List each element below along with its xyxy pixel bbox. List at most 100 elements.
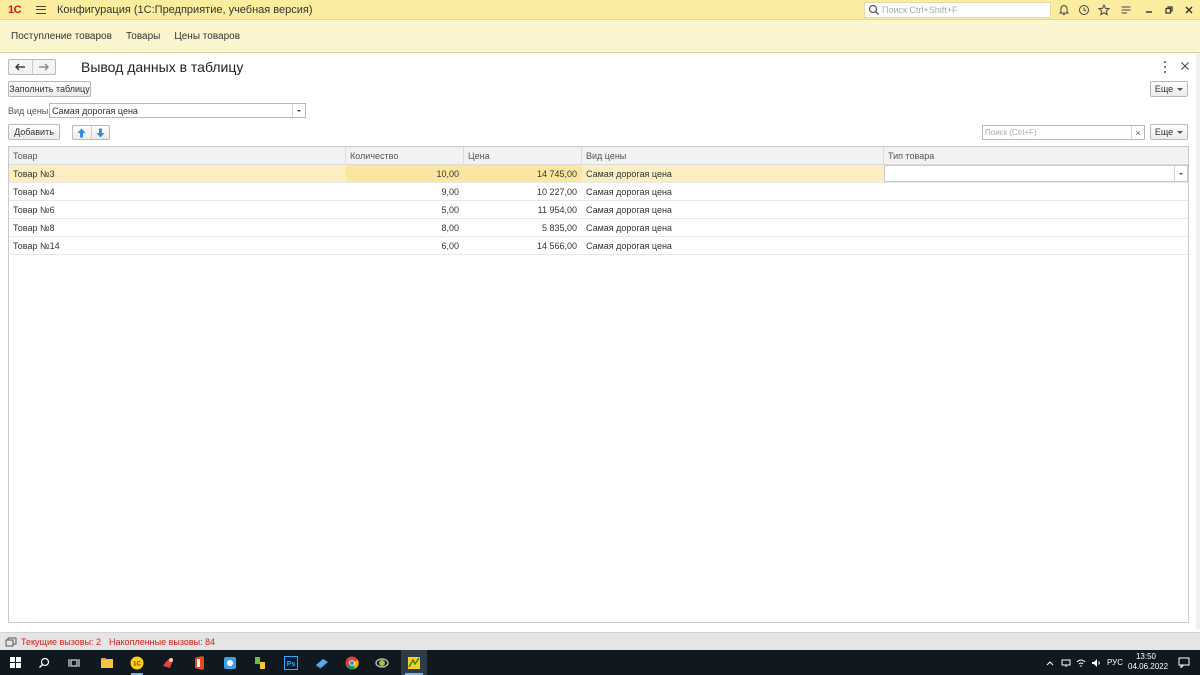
taskbar-1c[interactable]: 1C bbox=[125, 650, 149, 675]
arrow-left-icon bbox=[15, 63, 26, 71]
cell-price[interactable]: 5 835,00 bbox=[464, 219, 582, 236]
cell-product[interactable]: Товар №3 bbox=[9, 165, 346, 182]
fill-table-button[interactable]: Заполнить таблицу bbox=[8, 81, 91, 97]
status-bar: Текущие вызовы: 2 Накопленные вызовы: 84 bbox=[0, 632, 1200, 650]
section-goods-receipt[interactable]: Поступление товаров bbox=[11, 31, 112, 42]
column-header-product[interactable]: Товар bbox=[9, 147, 346, 164]
cell-price-type[interactable]: Самая дорогая цена bbox=[582, 183, 884, 200]
notifications-icon[interactable] bbox=[1057, 3, 1071, 17]
column-header-price[interactable]: Цена bbox=[464, 147, 582, 164]
cell-price-type[interactable]: Самая дорогая цена bbox=[582, 219, 884, 236]
cell-product-type[interactable] bbox=[884, 237, 1188, 254]
functions-menu-icon[interactable] bbox=[1119, 3, 1133, 17]
favorites-icon[interactable] bbox=[1097, 3, 1111, 17]
cell-price[interactable]: 14 745,00 bbox=[464, 165, 582, 182]
taskbar-app-ball[interactable] bbox=[370, 650, 394, 675]
column-header-quantity[interactable]: Количество bbox=[346, 147, 464, 164]
section-goods[interactable]: Товары bbox=[126, 31, 160, 42]
arrow-up-icon bbox=[77, 128, 86, 137]
cell-price[interactable]: 10 227,00 bbox=[464, 183, 582, 200]
task-view-button[interactable] bbox=[62, 650, 86, 675]
close-form-icon[interactable] bbox=[1180, 61, 1190, 71]
form-more-actions-icon[interactable] bbox=[1161, 61, 1169, 73]
tray-network-icon[interactable] bbox=[1059, 650, 1073, 675]
windows-icon[interactable] bbox=[5, 637, 17, 647]
accumulated-calls-status[interactable]: Накопленные вызовы: 84 bbox=[109, 637, 215, 647]
arrow-right-icon bbox=[38, 63, 49, 71]
cell-price[interactable]: 14 566,00 bbox=[464, 237, 582, 254]
taskbar-search-button[interactable] bbox=[32, 650, 56, 675]
cell-product-type[interactable] bbox=[884, 201, 1188, 218]
taskbar-office[interactable] bbox=[187, 650, 211, 675]
current-calls-status[interactable]: Текущие вызовы: 2 bbox=[21, 637, 101, 647]
column-header-product-type[interactable]: Тип товара bbox=[884, 147, 1188, 164]
folder-icon bbox=[101, 657, 113, 668]
add-button[interactable]: Добавить bbox=[8, 124, 60, 140]
form-more-button[interactable]: Еще bbox=[1150, 81, 1188, 97]
cell-quantity[interactable]: 8,00 bbox=[346, 219, 464, 236]
price-type-select[interactable]: Самая дорогая цена bbox=[49, 103, 306, 118]
cell-product[interactable]: Товар №14 bbox=[9, 237, 346, 254]
clear-search-button[interactable]: × bbox=[1131, 126, 1144, 139]
form-title: Вывод данных в таблицу bbox=[81, 59, 244, 75]
goods-table[interactable]: Товар Количество Цена Вид цены Тип товар… bbox=[8, 146, 1189, 623]
table-search-input[interactable]: Поиск (Ctrl+F) × bbox=[982, 125, 1145, 140]
taskbar-app-device[interactable] bbox=[310, 650, 334, 675]
cell-price-type[interactable]: Самая дорогая цена bbox=[582, 237, 884, 254]
taskbar-app-green[interactable] bbox=[248, 650, 272, 675]
price-type-dropdown-button[interactable] bbox=[292, 104, 305, 117]
tray-show-hidden-icon[interactable] bbox=[1043, 650, 1057, 675]
main-menu-icon[interactable] bbox=[36, 5, 46, 14]
back-button[interactable] bbox=[9, 60, 32, 74]
clock-date: 04.06.2022 bbox=[1128, 662, 1169, 671]
cell-product[interactable]: Товар №4 bbox=[9, 183, 346, 200]
cell-product-type[interactable] bbox=[884, 219, 1188, 236]
tray-volume-icon[interactable] bbox=[1089, 650, 1103, 675]
cell-price-type[interactable]: Самая дорогая цена bbox=[582, 165, 884, 182]
table-row[interactable]: Товар №14 6,00 14 566,00 Самая дорогая ц… bbox=[9, 237, 1188, 255]
cell-product[interactable]: Товар №6 bbox=[9, 201, 346, 218]
tray-wifi-icon[interactable] bbox=[1074, 650, 1088, 675]
table-row[interactable]: Товар №8 8,00 5 835,00 Самая дорогая цен… bbox=[9, 219, 1188, 237]
product-type-dropdown-button[interactable] bbox=[1174, 166, 1187, 182]
taskbar-photoshop[interactable]: Ps bbox=[279, 650, 303, 675]
taskbar-explorer[interactable] bbox=[95, 650, 119, 675]
app-icon bbox=[163, 657, 173, 668]
cell-quantity[interactable]: 9,00 bbox=[346, 183, 464, 200]
column-header-price-type[interactable]: Вид цены bbox=[582, 147, 884, 164]
close-window-icon[interactable] bbox=[1182, 3, 1196, 17]
system-clock[interactable]: 13:50 04.06.2022 bbox=[1128, 652, 1169, 672]
taskbar-app-red[interactable] bbox=[156, 650, 180, 675]
table-more-button[interactable]: Еще bbox=[1150, 124, 1188, 140]
svg-text:Ps: Ps bbox=[287, 661, 296, 668]
table-row[interactable]: Товар №4 9,00 10 227,00 Самая дорогая це… bbox=[9, 183, 1188, 201]
input-language[interactable]: РУС bbox=[1107, 650, 1123, 675]
taskbar-app-blue[interactable] bbox=[218, 650, 242, 675]
task-view-icon bbox=[68, 658, 80, 667]
move-down-button[interactable] bbox=[90, 126, 110, 139]
history-icon[interactable] bbox=[1077, 3, 1091, 17]
taskbar-1c-designer-active[interactable] bbox=[401, 650, 427, 675]
cell-quantity[interactable]: 5,00 bbox=[346, 201, 464, 218]
price-type-value: Самая дорогая цена bbox=[52, 105, 138, 116]
cell-quantity[interactable]: 10,00 bbox=[346, 165, 464, 182]
taskbar-chrome[interactable] bbox=[340, 650, 364, 675]
cell-price-type[interactable]: Самая дорогая цена bbox=[582, 201, 884, 218]
move-up-button[interactable] bbox=[73, 126, 91, 139]
notifications-center-icon[interactable] bbox=[1174, 650, 1194, 675]
form-scrollbar[interactable] bbox=[1196, 54, 1200, 629]
table-row[interactable]: Товар №3 10,00 14 745,00 Самая дорогая ц… bbox=[9, 165, 1188, 183]
cell-quantity[interactable]: 6,00 bbox=[346, 237, 464, 254]
global-search-input[interactable]: Поиск Ctrl+Shift+F bbox=[864, 2, 1051, 18]
start-button[interactable] bbox=[3, 650, 27, 675]
cell-product[interactable]: Товар №8 bbox=[9, 219, 346, 236]
cell-product-type[interactable] bbox=[884, 183, 1188, 200]
cell-product-type-editor[interactable] bbox=[884, 165, 1188, 182]
restore-icon[interactable] bbox=[1162, 3, 1176, 17]
cell-price[interactable]: 11 954,00 bbox=[464, 201, 582, 218]
minimize-icon[interactable] bbox=[1142, 3, 1156, 17]
forward-button[interactable] bbox=[31, 60, 55, 74]
table-row[interactable]: Товар №6 5,00 11 954,00 Самая дорогая це… bbox=[9, 201, 1188, 219]
app-logo[interactable]: 1С bbox=[8, 4, 28, 16]
section-goods-prices[interactable]: Цены товаров bbox=[174, 31, 240, 42]
